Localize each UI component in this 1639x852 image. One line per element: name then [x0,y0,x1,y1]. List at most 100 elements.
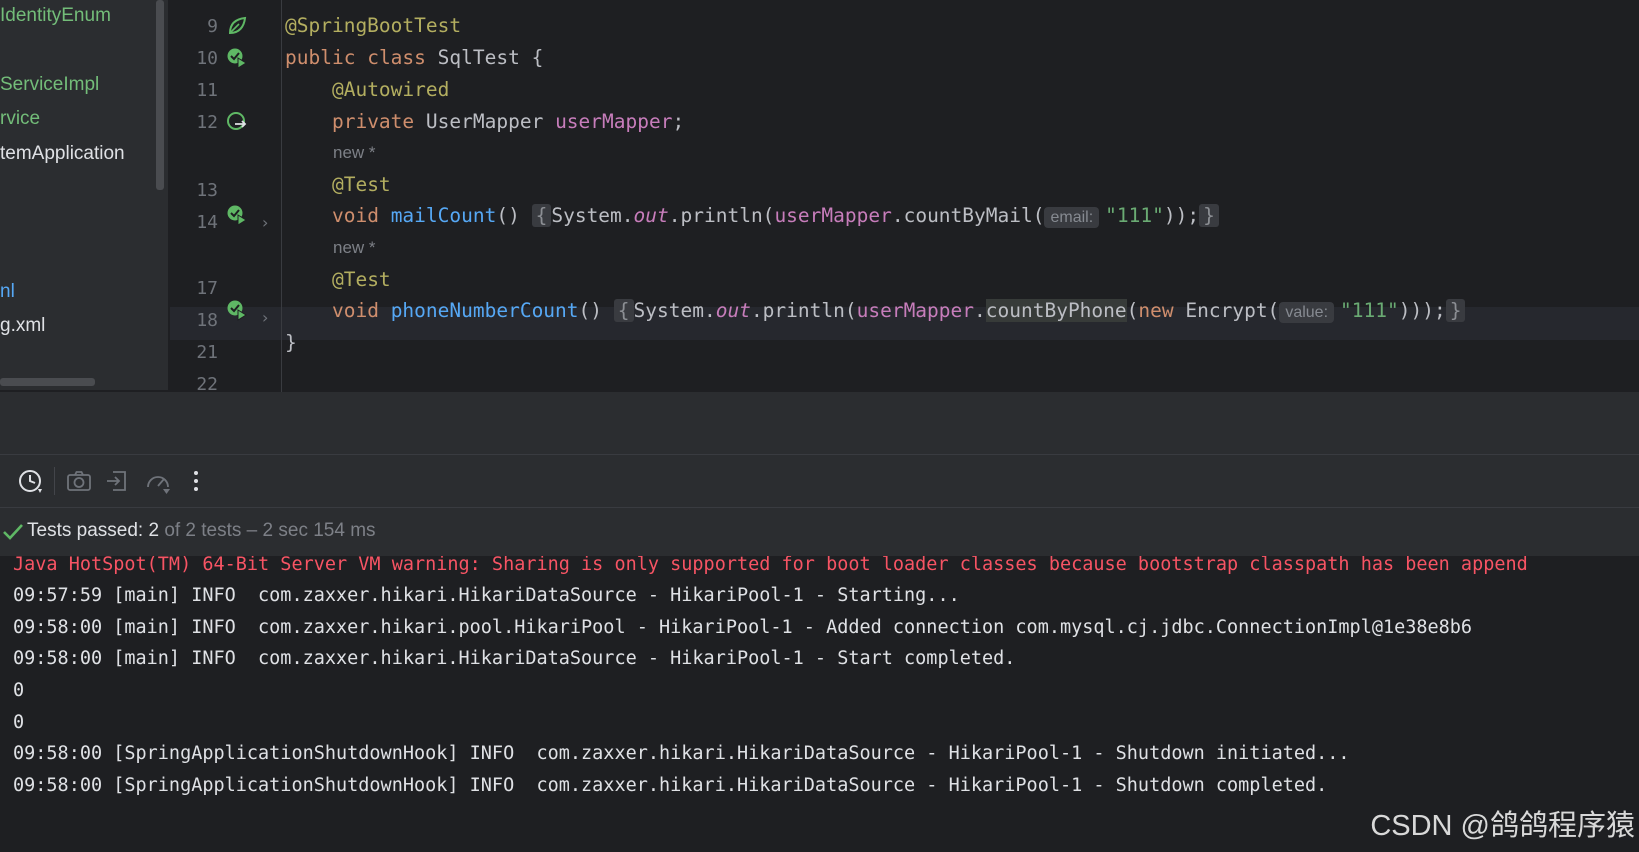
method-name: phoneNumberCount [390,299,579,322]
keyword: void [331,204,379,227]
code-text: ))); [1398,299,1446,322]
console-warning-line: Java HotSpot(TM) 64-Bit Server VM warnin… [13,556,1528,575]
string-literal: "111" [1105,204,1164,227]
console-line: 09:57:59 [main] INFO com.zaxxer.hikari.H… [13,585,960,606]
line-number: 22 [196,374,218,392]
run-test-passed-icon[interactable] [226,47,248,69]
parens: () [496,204,520,227]
console-line: 0 [13,712,25,733]
panel-divider[interactable] [0,392,1639,455]
tree-item[interactable]: IdentityEnum [0,5,111,27]
author-hint[interactable]: new * [333,238,376,258]
spring-leaf-icon[interactable] [226,15,248,37]
line-number: 13 [196,180,218,201]
test-status-bar: Tests passed: 2 of 2 tests – 2 sec 154 m… [0,508,1639,556]
code-text: . [974,299,986,322]
tree-item[interactable]: nl [0,281,15,303]
line-number: 17 [196,278,218,299]
field-name: userMapper [856,299,975,322]
parameter-hint: value: [1279,302,1335,323]
field-name: userMapper [555,110,673,133]
line-number: 12 [196,112,218,133]
class-name: SqlTest [437,46,520,69]
run-test-passed-icon[interactable] [226,204,248,226]
parens: () [578,299,603,322]
tests-passed-count: 2 [148,520,160,541]
code-editor[interactable]: 9 10 11 12 13 14 17 18 21 22 › › @Spring… [170,0,1639,392]
string-literal: "111" [1340,299,1399,322]
code-text: Encrypt( [1173,299,1280,322]
code-text: ( [1126,299,1139,322]
folded-brace[interactable]: } [1445,299,1466,322]
method-name: mailCount [390,204,497,227]
fold-chevron-icon[interactable]: › [262,213,268,232]
check-icon [3,524,23,540]
console-line: 09:58:00 [SpringApplicationShutdownHook]… [13,775,1328,796]
code-line-18: void phoneNumberCount() {System.out.prin… [285,299,1466,323]
type-name: UserMapper [425,110,544,133]
camera-icon[interactable] [65,467,93,495]
code-text: .println( [750,299,857,322]
folded-brace[interactable]: { [531,204,552,227]
annotation: @SpringBootTest [285,14,462,37]
console-line: 09:58:00 [main] INFO com.zaxxer.hikari.H… [13,648,1016,669]
gutter-separator [281,0,282,392]
run-test-passed-icon[interactable] [226,299,248,321]
test-status-text: Tests passed: 2 of 2 tests – 2 sec 154 m… [27,520,376,542]
tree-item[interactable]: rvice [0,108,40,130]
code-line-13: @Test [285,173,391,196]
code-text: System. [633,299,716,322]
code-line-11: @Autowired [285,78,449,101]
static-field: out [715,299,751,322]
parameter-hint: email: [1044,207,1100,228]
keyword: void [331,299,379,322]
more-icon[interactable] [182,467,210,495]
line-number: 10 [196,48,218,69]
history-icon[interactable] [16,467,44,495]
keyword: class [367,46,426,69]
tree-item[interactable]: g.xml [0,315,45,337]
tree-item[interactable]: ServiceImpl [0,74,99,96]
static-field: out [633,204,669,227]
tests-summary: of 2 tests – 2 sec 154 ms [164,520,376,541]
field-name: userMapper [774,204,892,227]
line-number: 18 [196,310,218,331]
folded-brace[interactable]: { [613,299,634,322]
author-hint[interactable]: new * [333,143,376,163]
tree-horizontal-scrollbar[interactable] [0,378,95,386]
code-line-17: @Test [285,268,391,291]
code-text: )); [1163,204,1200,227]
watermark: CSDN @鸽鸽程序猿 [1370,810,1635,842]
semicolon: ; [672,110,685,133]
code-line-14: void mailCount() {System.out.println(use… [285,204,1219,228]
toolbar-separator [54,467,55,495]
console-line: 09:58:00 [SpringApplicationShutdownHook]… [13,743,1350,764]
run-toolbar [0,455,1639,508]
code-text: System. [551,204,634,227]
line-number: 14 [196,212,218,233]
bean-navigation-icon[interactable] [226,111,248,133]
keyword: private [331,110,415,133]
console-line: 09:58:00 [main] INFO com.zaxxer.hikari.p… [13,617,1473,638]
code-line-12: private UserMapper userMapper; [285,110,684,133]
tree-item[interactable]: temApplication [0,143,125,165]
coverage-icon[interactable] [144,467,172,495]
line-number: 21 [196,342,218,363]
folded-brace[interactable]: } [1199,204,1219,227]
brace: } [285,331,297,354]
brace: { [531,46,544,69]
code-text: .countByMail( [891,204,1045,227]
fold-chevron-icon[interactable]: › [262,308,268,327]
method-call-highlighted: countByPhone [985,299,1127,322]
export-icon[interactable] [103,467,131,495]
line-number: 11 [196,80,218,101]
annotation: @Test [331,268,391,291]
annotation: @Test [331,173,391,196]
annotation: @Autowired [331,78,450,101]
code-line-10: public class SqlTest { [285,46,543,69]
project-tree: IdentityEnum ServiceImpl rvice temApplic… [0,0,168,390]
line-number: 9 [207,16,218,37]
code-line-9: @SpringBootTest [285,14,461,37]
tree-vertical-scrollbar[interactable] [156,0,164,190]
code-line-21: } [285,331,297,354]
